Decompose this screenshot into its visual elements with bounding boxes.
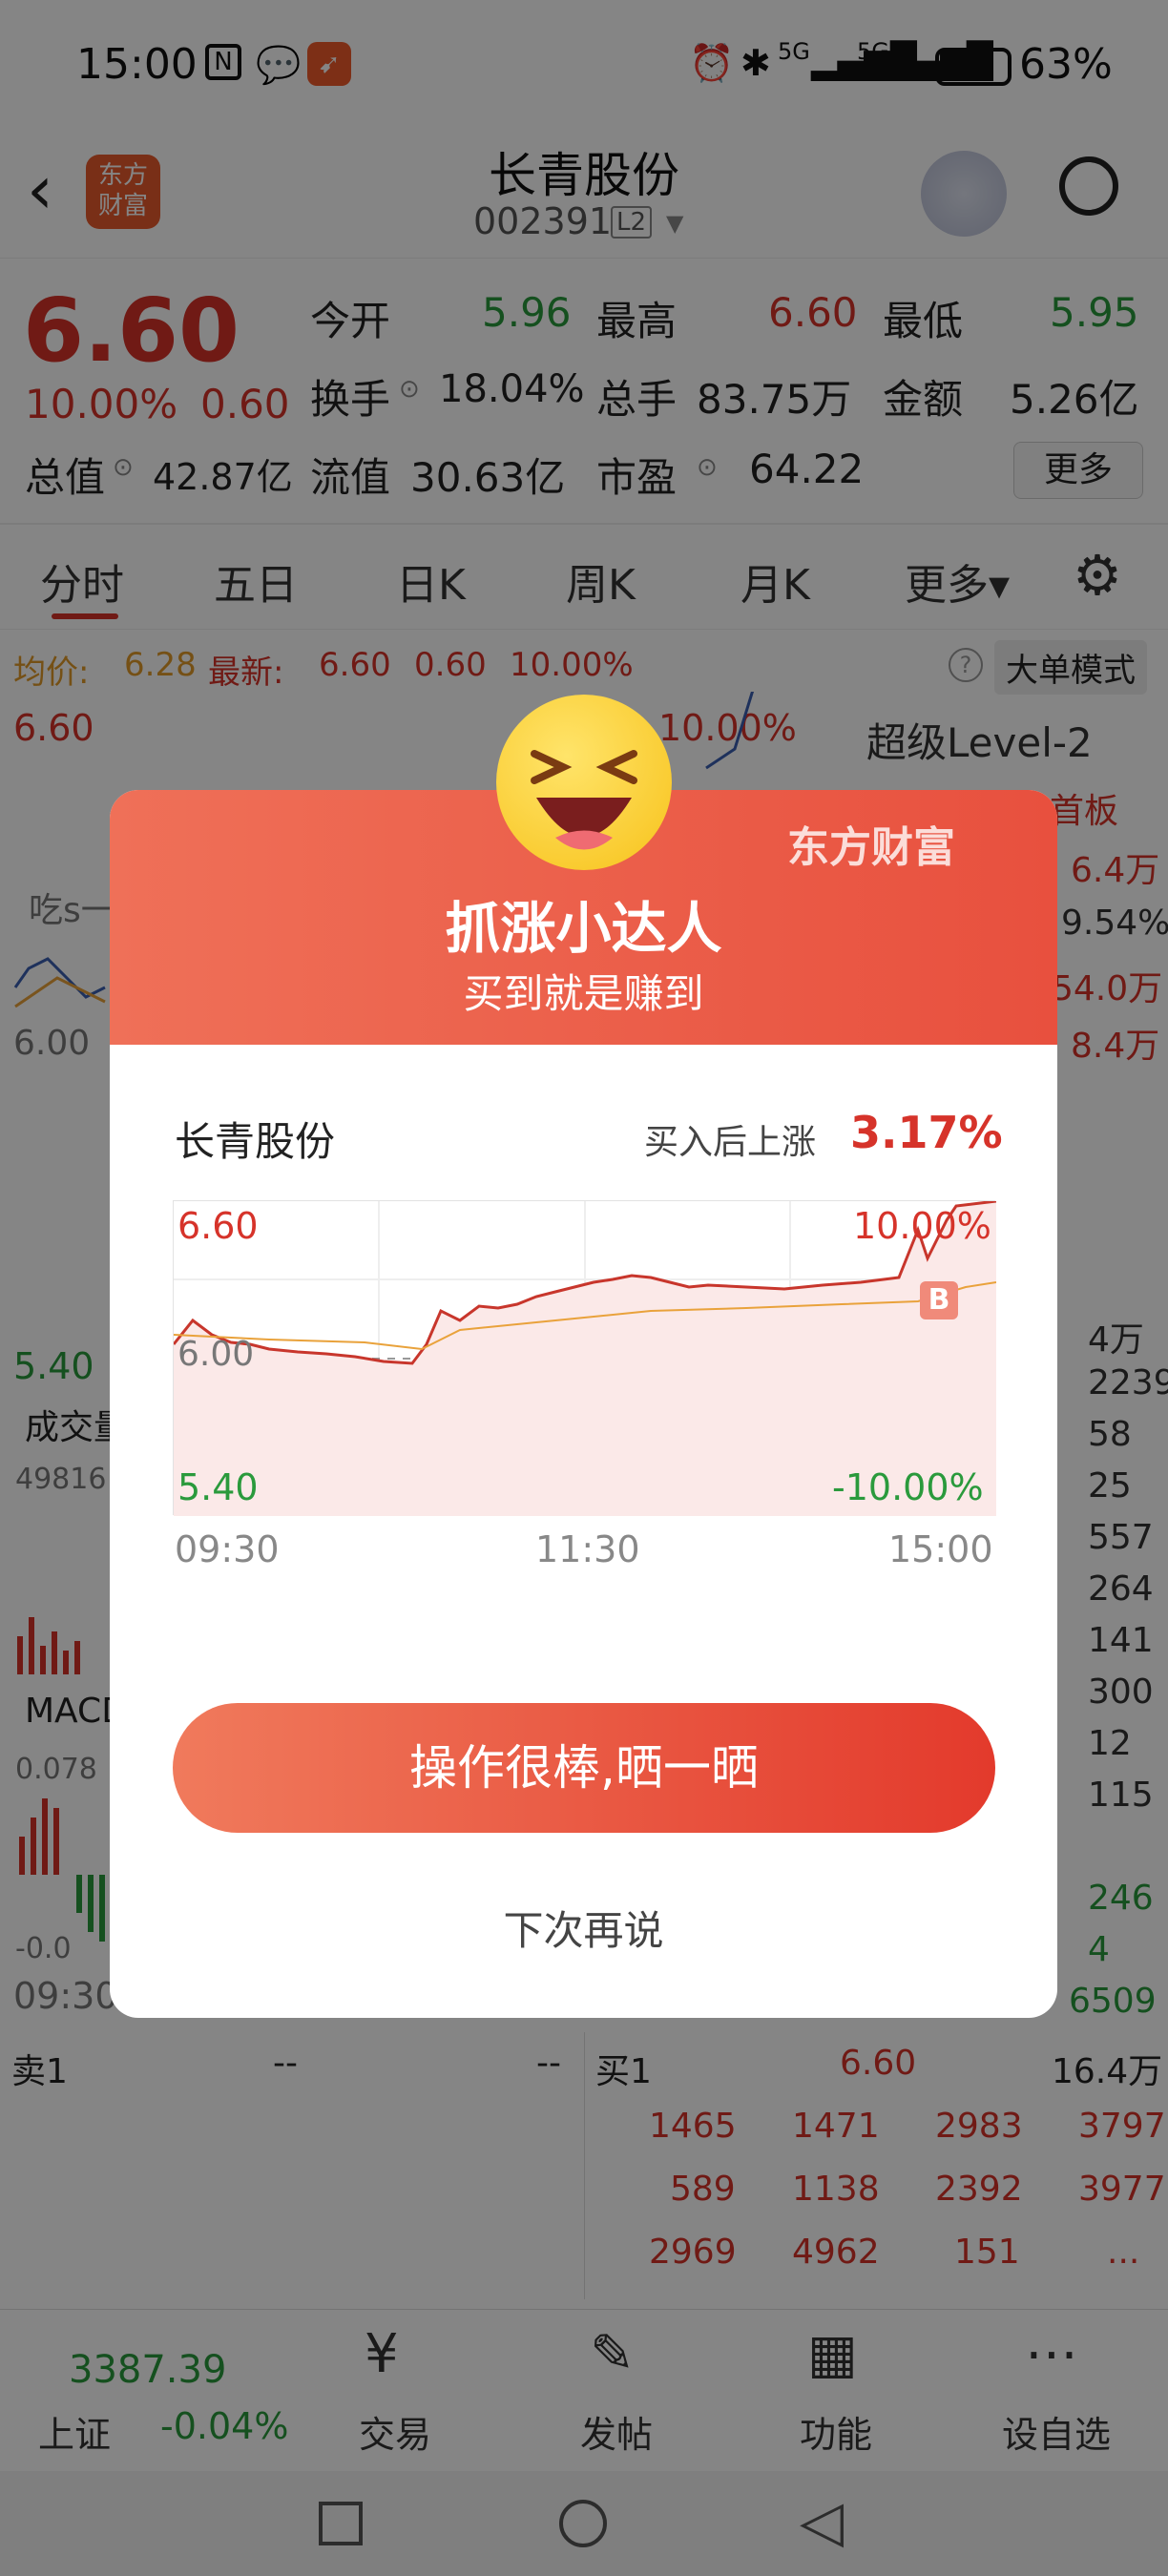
later-link[interactable]: 下次再说: [110, 1899, 1057, 1957]
laughing-emoji-icon: [496, 695, 672, 870]
gain-label: 买入后上涨: [644, 1123, 817, 1162]
gain-value: 3.17%: [850, 1107, 1003, 1158]
modal-subtitle: 买到就是赚到: [463, 970, 704, 1017]
share-button[interactable]: 操作很棒,晒一晒: [173, 1703, 995, 1833]
mini-chart-top-price: 6.60: [177, 1205, 259, 1247]
buy-marker: B: [920, 1281, 958, 1319]
mini-chart-time-start: 09:30: [175, 1528, 280, 1570]
modal-mini-chart: 6.60 10.00% 6.00 5.40 -10.00% B: [173, 1200, 996, 1516]
mini-chart-top-percent: 10.00%: [853, 1205, 991, 1247]
mini-chart-bottom-percent: -10.00%: [832, 1466, 984, 1508]
modal-stock-name: 长青股份: [175, 1118, 336, 1165]
mini-chart-bottom-price: 5.40: [177, 1466, 259, 1508]
mini-chart-mid-price: 6.00: [177, 1335, 255, 1374]
celebration-modal: 东方财富 抓涨小达人 买到就是赚到 长青股份 买入后上涨 3.17% 6.60 …: [110, 790, 1057, 2018]
mini-chart-time-end: 15:00: [888, 1528, 993, 1570]
modal-brand: 东方财富: [787, 823, 955, 872]
modal-title: 抓涨小达人: [445, 896, 722, 961]
mini-chart-time-mid: 11:30: [535, 1528, 640, 1570]
